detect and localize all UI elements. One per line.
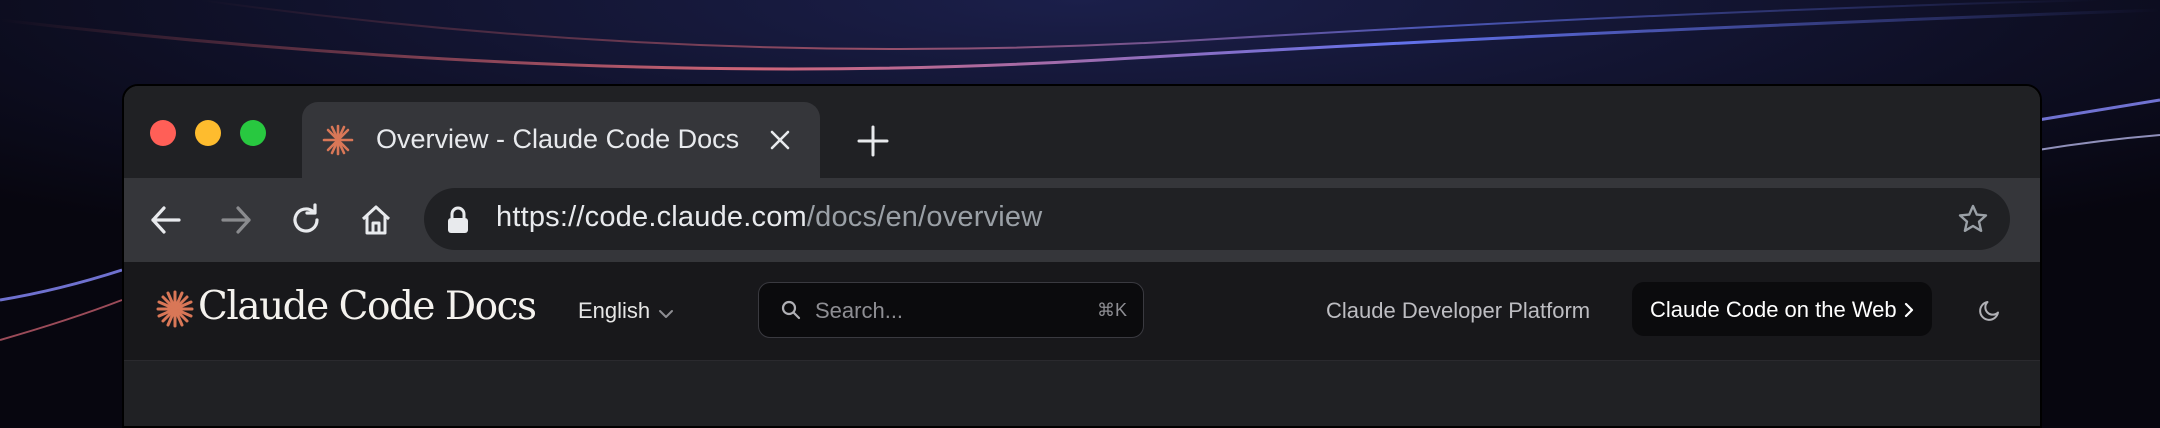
close-icon[interactable] [766,126,794,159]
tab-strip: Overview - Claude Code Docs [124,86,2040,178]
cta-label: Claude Code on the Web [1650,297,1897,322]
language-label: English [578,298,651,323]
site-header: Claude Code Docs English Search... ⌘K Cl… [124,262,2040,361]
plus-icon[interactable] [856,124,890,163]
claude-starburst-icon[interactable] [156,290,194,333]
language-selector[interactable]: English [578,298,674,325]
moon-icon[interactable] [1978,298,2002,327]
star-icon[interactable] [1958,204,1988,239]
site-logo-text[interactable]: Claude Code Docs [198,284,537,329]
lock-icon[interactable] [446,206,470,239]
url-host: https://code.claude.com [496,201,807,233]
developer-platform-link[interactable]: Claude Developer Platform [1326,298,1590,324]
window-close-button[interactable] [150,120,176,146]
address-bar[interactable]: https://code.claude.com/docs/en/overview [424,188,2010,250]
window-minimize-button[interactable] [195,120,221,146]
window-maximize-button[interactable] [240,120,266,146]
claude-code-web-button[interactable]: Claude Code on the Web [1632,282,1932,336]
chevron-down-icon [658,299,674,325]
chevron-right-icon [1904,302,1914,323]
search-shortcut: ⌘K [1096,300,1127,320]
browser-toolbar: https://code.claude.com/docs/en/overview [124,178,2040,262]
tab-title: Overview - Claude Code Docs [376,124,740,154]
search-input[interactable]: Search... ⌘K [758,282,1144,338]
claude-starburst-icon [322,124,354,161]
home-icon[interactable] [358,202,394,238]
arrow-right-icon[interactable] [218,202,254,238]
url-text: https://code.claude.com/docs/en/overview [496,201,1042,234]
url-path: /docs/en/overview [806,201,1043,233]
arrow-left-icon[interactable] [148,202,184,238]
tab-active[interactable]: Overview - Claude Code Docs [302,102,820,178]
search-placeholder: Search... [815,298,904,323]
browser-window: Overview - Claude Code Docs https://code… [122,84,2042,428]
reload-icon[interactable] [288,202,324,238]
search-icon [781,300,801,325]
